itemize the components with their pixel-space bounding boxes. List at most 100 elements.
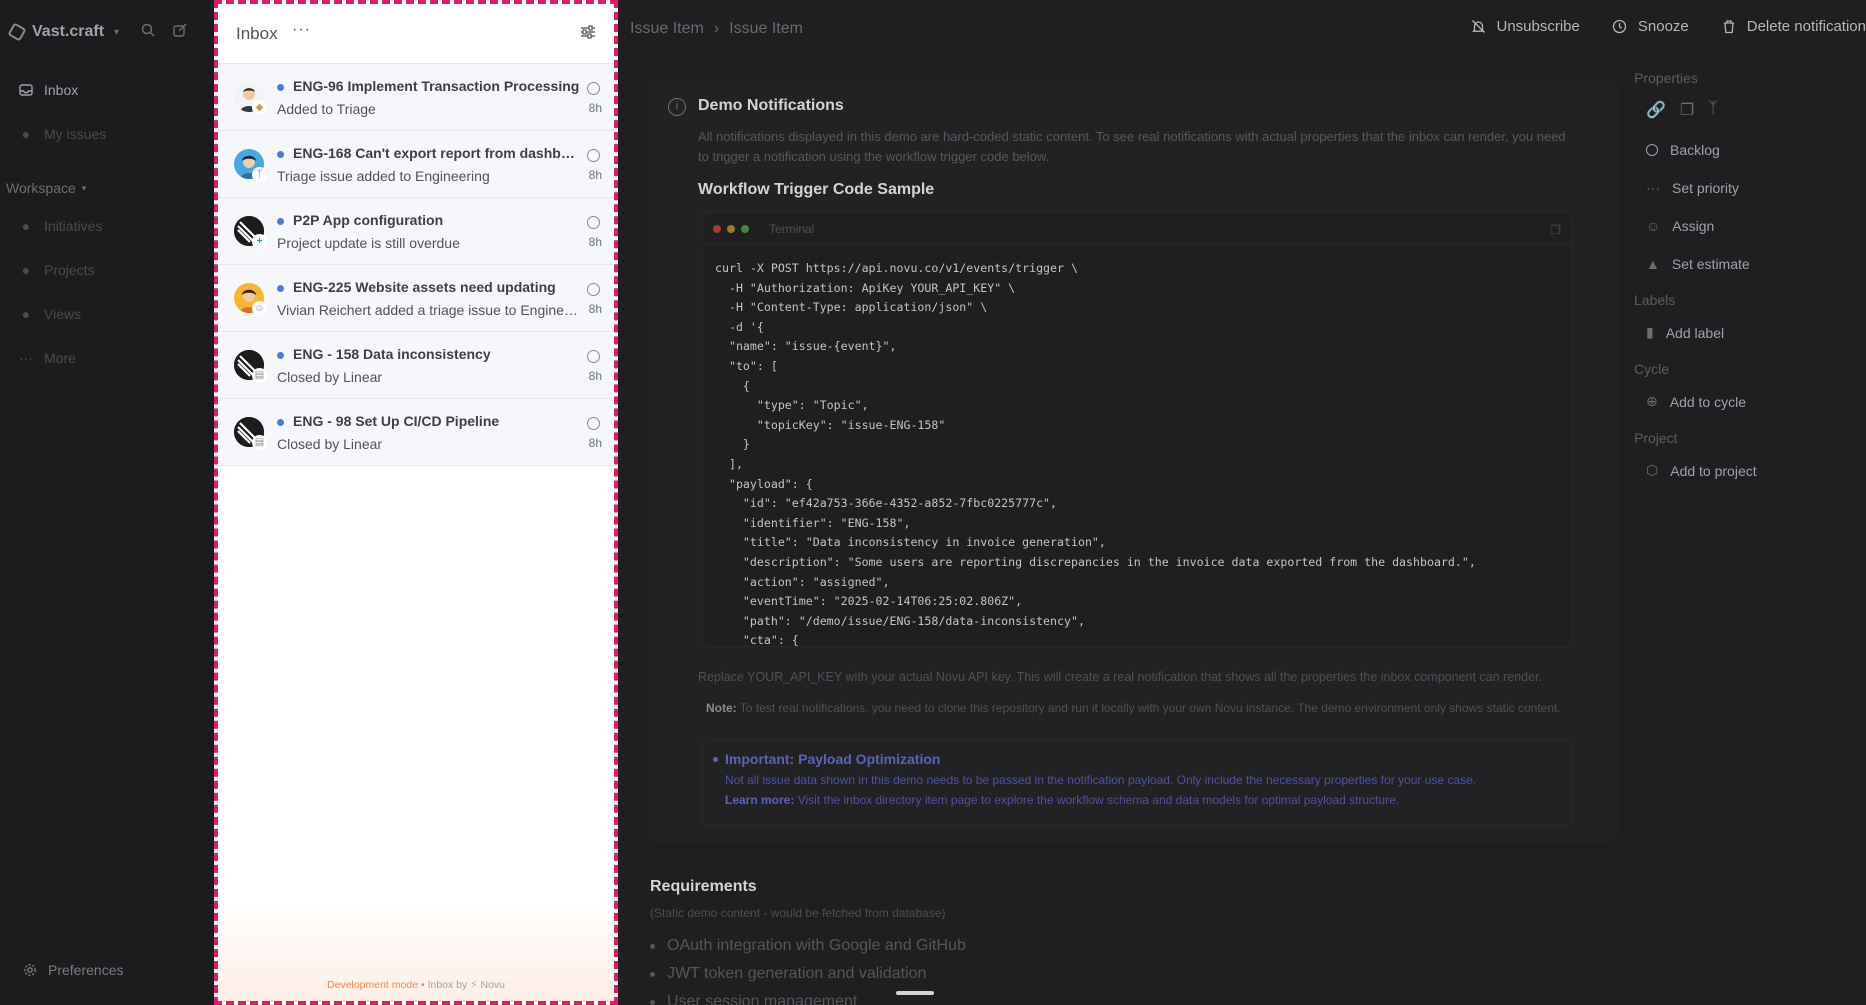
workspace-label: Workspace bbox=[6, 180, 76, 196]
learn-more-text: Visit the inbox directory item page to e… bbox=[794, 793, 1400, 807]
learn-more-link[interactable]: Learn more: bbox=[725, 793, 794, 807]
preferences-button[interactable]: Preferences bbox=[22, 962, 123, 978]
mark-read-button[interactable] bbox=[587, 82, 600, 95]
unread-dot bbox=[277, 285, 284, 292]
link-icon[interactable]: 🔗 bbox=[1646, 100, 1666, 120]
add-cycle-button[interactable]: ⊕ Add to cycle bbox=[1646, 393, 1834, 410]
copy-icon[interactable]: ❐ bbox=[1680, 100, 1694, 120]
payload-optimization-callout: Important: Payload Optimization Not all … bbox=[702, 740, 1572, 826]
nav-more[interactable]: ··· More bbox=[18, 350, 76, 366]
terminal-block: Terminal ❐ curl -X POST https://api.novu… bbox=[702, 212, 1572, 647]
notification-subtitle: Vivian Reichert added a triage issue to … bbox=[277, 302, 583, 318]
notification-subtitle: Project update is still overdue bbox=[277, 235, 460, 251]
nav-projects[interactable]: ● Projects bbox=[18, 262, 95, 278]
nav-more-label: More bbox=[44, 350, 76, 366]
unread-dot bbox=[277, 352, 284, 359]
notification-item[interactable]: ▤ ENG - 158 Data inconsistency Closed by… bbox=[218, 332, 614, 399]
initiatives-icon: ● bbox=[21, 218, 31, 234]
nav-my-issues[interactable]: ● My issues bbox=[18, 126, 106, 142]
breadcrumb-item[interactable]: Issue Item bbox=[630, 20, 704, 38]
user-icon: ☺ bbox=[1646, 218, 1661, 234]
search-icon[interactable] bbox=[140, 22, 156, 38]
snooze-label: Snooze bbox=[1637, 18, 1689, 35]
unsubscribe-button[interactable]: Unsubscribe bbox=[1471, 18, 1580, 35]
notification-item[interactable]: ᛉ ENG-168 Can't export report from dashb… bbox=[218, 131, 614, 198]
copy-icon[interactable]: ❐ bbox=[1550, 223, 1561, 237]
chevron-down-icon: ▾ bbox=[114, 26, 120, 38]
cycle-title: Cycle bbox=[1634, 361, 1670, 377]
notification-item[interactable]: ☺ ENG-225 Website assets need updating V… bbox=[218, 265, 614, 332]
label-icon: ▮ bbox=[1646, 324, 1654, 340]
notification-time: 8h bbox=[588, 101, 602, 115]
note-label: Note: bbox=[706, 701, 737, 715]
notification-time: 8h bbox=[588, 235, 602, 249]
workspace-section-toggle[interactable]: Workspace ▾ bbox=[6, 180, 86, 196]
notification-list: ◆ ENG-96 Implement Transaction Processin… bbox=[218, 64, 614, 466]
notification-time: 8h bbox=[588, 168, 602, 182]
scroll-handle[interactable] bbox=[896, 991, 934, 995]
chevron-right-icon: › bbox=[713, 20, 720, 37]
chevron-down-icon: ▾ bbox=[81, 182, 87, 193]
requirements-subtitle: (Static demo content - would be fetched … bbox=[650, 906, 946, 920]
nav-views[interactable]: ● Views bbox=[18, 306, 81, 322]
mark-read-button[interactable] bbox=[587, 149, 600, 162]
notification-subtitle: Closed by Linear bbox=[277, 369, 383, 385]
tag-icon: ◆ bbox=[252, 100, 267, 115]
archive-icon: ▤ bbox=[252, 435, 267, 450]
estimate-selector[interactable]: ▲ Set estimate bbox=[1646, 256, 1834, 272]
cube-icon bbox=[7, 22, 27, 42]
views-icon: ● bbox=[21, 306, 31, 322]
unread-dot bbox=[277, 84, 284, 91]
more-options-icon[interactable]: ··· bbox=[292, 21, 311, 39]
nav-inbox[interactable]: Inbox bbox=[18, 82, 78, 98]
notification-item[interactable]: ◆ ENG-96 Implement Transaction Processin… bbox=[218, 64, 614, 131]
clock-icon bbox=[1612, 19, 1628, 35]
assign-label: Assign bbox=[1672, 218, 1715, 234]
nav-my-issues-label: My issues bbox=[44, 126, 107, 142]
notification-title: ENG - 98 Set Up CI/CD Pipeline bbox=[293, 413, 500, 429]
notification-time: 8h bbox=[588, 436, 602, 450]
notification-title: ENG-168 Can't export report from dashboa… bbox=[293, 145, 583, 161]
delete-notification-button[interactable]: Delete notification bbox=[1721, 18, 1866, 35]
status-selector[interactable]: Backlog bbox=[1646, 142, 1834, 158]
demo-notifications-card: i Demo Notifications All notifications d… bbox=[648, 80, 1618, 842]
breadcrumb-item: Issue Item bbox=[729, 20, 803, 37]
notification-item[interactable]: + P2P App configuration Project update i… bbox=[218, 198, 614, 265]
status-label: Backlog bbox=[1670, 142, 1720, 158]
add-label-button[interactable]: ▮ Add label bbox=[1646, 324, 1834, 341]
nav-views-label: Views bbox=[44, 306, 82, 322]
vendor-link[interactable]: Novu bbox=[481, 979, 506, 991]
branch-icon[interactable]: ᛉ bbox=[1708, 100, 1718, 120]
mark-read-button[interactable] bbox=[587, 417, 600, 430]
snooze-button[interactable]: Snooze bbox=[1612, 18, 1689, 35]
nav-initiatives[interactable]: ● Initiatives bbox=[18, 218, 103, 234]
add-label-text: Add label bbox=[1665, 324, 1725, 341]
notification-time: 8h bbox=[588, 369, 602, 383]
notification-time: 8h bbox=[588, 302, 602, 316]
assign-selector[interactable]: ☺ Assign bbox=[1646, 218, 1834, 234]
more-icon: ··· bbox=[19, 350, 33, 366]
unread-dot bbox=[277, 151, 284, 158]
minimize-dot-icon bbox=[727, 224, 735, 233]
preferences-label: Preferences bbox=[48, 962, 124, 978]
add-project-button[interactable]: ⬡ Add to project bbox=[1646, 462, 1834, 479]
workspace-switcher[interactable]: Vast.craft ▾ bbox=[7, 18, 120, 46]
merge-icon: ᛉ bbox=[252, 167, 267, 182]
priority-selector[interactable]: ··· Set priority bbox=[1646, 180, 1834, 196]
filter-icon[interactable] bbox=[580, 24, 598, 42]
mark-read-button[interactable] bbox=[587, 283, 600, 296]
unread-dot bbox=[277, 419, 284, 426]
gear-icon bbox=[22, 962, 38, 978]
important-text: Not all issue data shown in this demo ne… bbox=[725, 773, 1477, 787]
notification-item[interactable]: ▤ ENG - 98 Set Up CI/CD Pipeline Closed … bbox=[218, 399, 614, 466]
app-sidebar: Vast.craft ▾ Inbox ● My issues Workspace… bbox=[0, 0, 214, 1005]
nav-initiatives-label: Initiatives bbox=[44, 218, 103, 234]
inbox-title[interactable]: Inbox bbox=[236, 24, 278, 44]
issues-icon: ● bbox=[21, 126, 31, 142]
list-item: JWT token generation and validation bbox=[650, 960, 966, 988]
mark-read-button[interactable] bbox=[587, 350, 600, 363]
compose-icon[interactable] bbox=[172, 22, 188, 38]
archive-icon: ▤ bbox=[252, 368, 267, 383]
mark-read-button[interactable] bbox=[587, 216, 600, 229]
powered-by-label: Inbox by bbox=[427, 979, 468, 991]
